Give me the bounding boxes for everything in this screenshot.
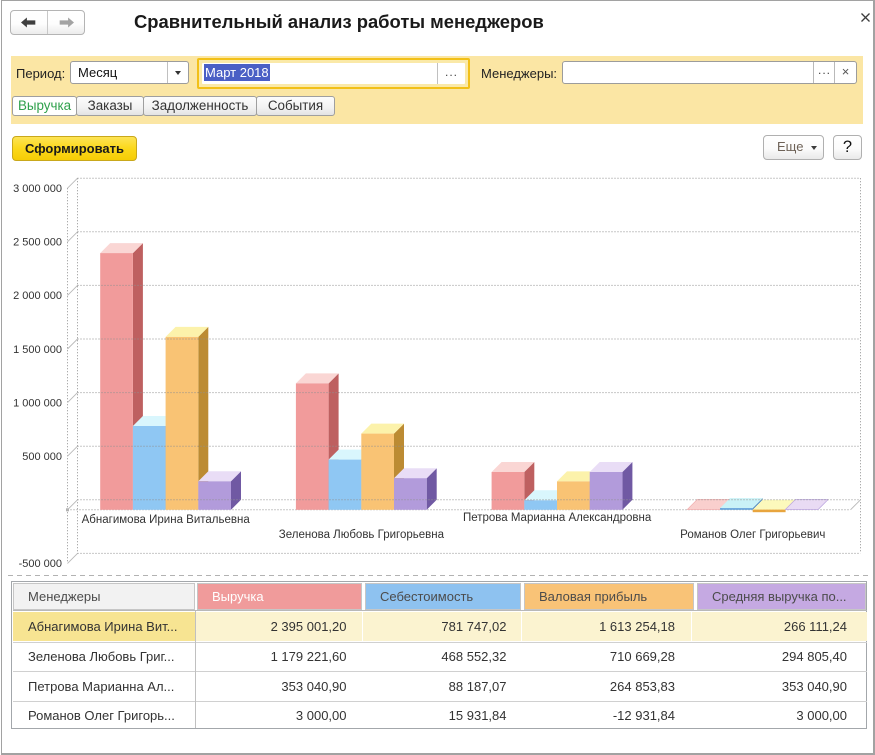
svg-text:3 000 000: 3 000 000 xyxy=(13,183,62,195)
svg-text:Зеленова Любовь Григорьевна: Зеленова Любовь Григорьевна xyxy=(279,529,445,541)
svg-text:2 500 000: 2 500 000 xyxy=(13,237,62,249)
svg-text:1 500 000: 1 500 000 xyxy=(13,344,62,356)
svg-text:2 000 000: 2 000 000 xyxy=(13,290,62,302)
svg-text:Петрова Марианна Александровна: Петрова Марианна Александровна xyxy=(463,512,652,524)
svg-text:500 000: 500 000 xyxy=(22,451,62,463)
svg-text:Абнагимова Ирина Витальевна: Абнагимова Ирина Витальевна xyxy=(82,514,251,526)
svg-text:1 000 000: 1 000 000 xyxy=(13,397,62,409)
svg-text:-500 000: -500 000 xyxy=(19,558,62,570)
svg-text:Романов Олег Григорьевич: Романов Олег Григорьевич xyxy=(680,529,825,541)
